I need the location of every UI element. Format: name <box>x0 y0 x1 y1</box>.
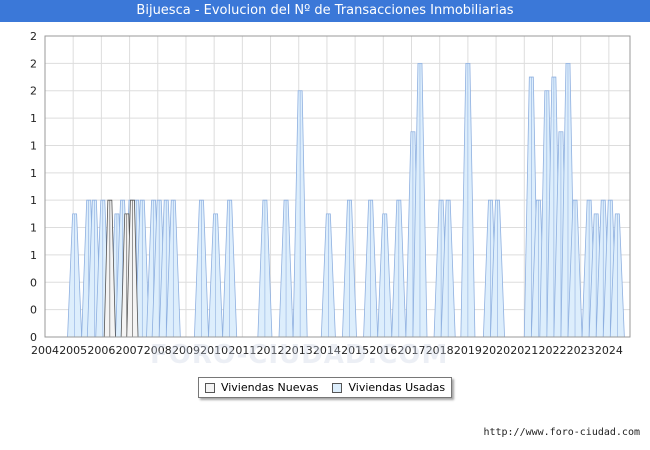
y-tick-label: 0 <box>30 304 37 317</box>
x-tick-label: 2023 <box>567 344 595 357</box>
x-tick-label: 2019 <box>454 344 482 357</box>
y-tick-label: 2 <box>30 85 37 98</box>
x-tick-label: 2006 <box>87 344 115 357</box>
x-tick-label: 2005 <box>59 344 87 357</box>
y-tick-label: 2 <box>30 57 37 70</box>
y-tick-label: 1 <box>30 249 37 262</box>
y-tick-label: 1 <box>30 167 37 180</box>
y-tick-label: 1 <box>30 222 37 235</box>
y-axis-ticks: 0 0 0 1 1 1 1 1 1 2 2 2 <box>30 30 37 344</box>
y-tick-label: 1 <box>30 194 37 207</box>
x-tick-label: 2007 <box>116 344 144 357</box>
legend-swatch-nuevas <box>204 382 215 393</box>
x-tick-label: 2022 <box>538 344 566 357</box>
y-tick-label: 1 <box>30 112 37 125</box>
legend-swatch-usadas <box>332 382 343 393</box>
x-tick-label: 2020 <box>482 344 510 357</box>
chart-title: Bijuesca - Evolucion del Nº de Transacci… <box>0 0 650 22</box>
y-tick-label: 0 <box>30 331 37 344</box>
legend-label-nuevas: Viviendas Nuevas <box>220 381 319 394</box>
x-tick-label: 2004 <box>31 344 59 357</box>
legend-item-usadas: Viviendas Usadas <box>332 381 445 394</box>
x-tick-label: 2021 <box>510 344 538 357</box>
source-url: http://www.foro-ciudad.com <box>483 427 640 438</box>
y-tick-label: 1 <box>30 139 37 152</box>
x-tick-label: 2024 <box>595 344 623 357</box>
legend-item-nuevas: Viviendas Nuevas <box>204 381 319 394</box>
chart-area: 000111111222 2004 2005 2006 2007 2008 2009 201… <box>30 30 631 357</box>
y-tick-label: 2 <box>30 30 37 43</box>
legend-label-usadas: Viviendas Usadas <box>348 381 446 394</box>
y-tick-label: 0 <box>30 276 37 289</box>
legend: Viviendas Nuevas Viviendas Usadas <box>198 377 452 398</box>
watermark: FORO-CIUDAD.COM <box>150 340 449 370</box>
